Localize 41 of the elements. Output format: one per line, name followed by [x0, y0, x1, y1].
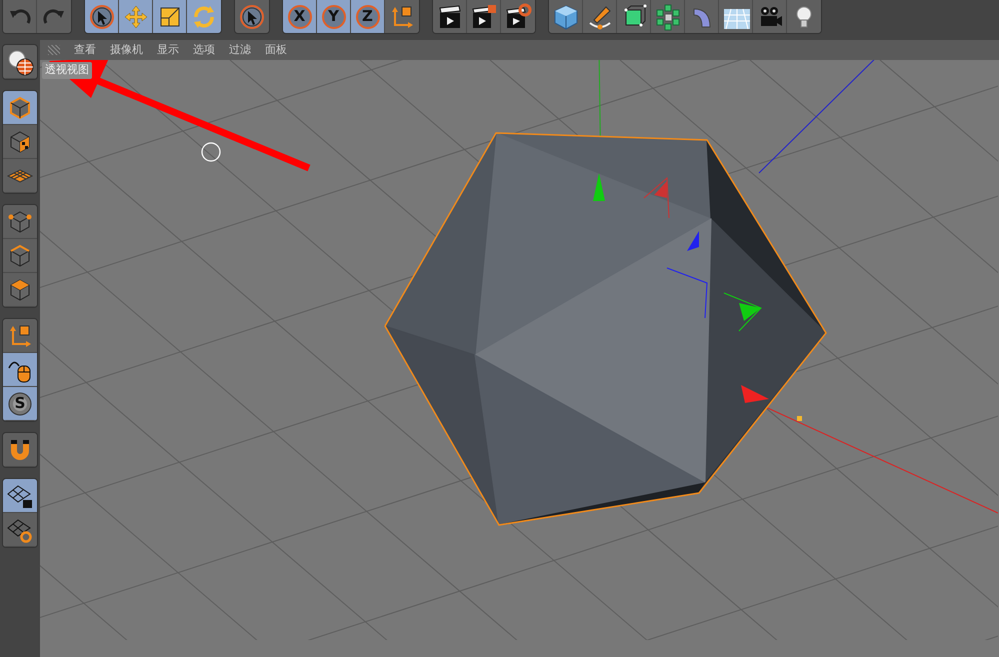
menu-item[interactable]: 查看 [74, 42, 96, 58]
cube-icon [552, 2, 580, 30]
tool-button[interactable] [3, 513, 37, 547]
tool-button[interactable]: Y [317, 0, 351, 33]
tool-button[interactable] [3, 45, 37, 79]
menu-item[interactable]: 选项 [193, 42, 215, 58]
tool-button[interactable] [501, 0, 535, 33]
tool-button[interactable] [617, 0, 651, 33]
cursor-icon [238, 2, 266, 30]
cursor-circle-icon [201, 142, 221, 162]
tool-button[interactable] [3, 353, 37, 387]
tool-button[interactable] [467, 0, 501, 33]
clapboard-icon [470, 2, 498, 30]
tool-button[interactable] [583, 0, 617, 33]
menu-item[interactable]: 摄像机 [110, 42, 143, 58]
tool-button[interactable] [85, 0, 119, 33]
tool-button[interactable] [153, 0, 187, 33]
viewport-title: 透视视图 [42, 62, 92, 78]
ring-icon [320, 2, 348, 30]
tool-button[interactable] [719, 0, 753, 33]
tool-button[interactable] [3, 433, 37, 467]
tool-button[interactable] [3, 205, 37, 239]
globe-icon [6, 48, 34, 76]
tool-button[interactable]: S [3, 387, 37, 421]
menu-item[interactable]: 面板 [265, 42, 287, 58]
tool-button[interactable] [3, 273, 37, 307]
tool-button[interactable] [433, 0, 467, 33]
ring-icon [354, 2, 382, 30]
tool-button[interactable] [3, 239, 37, 273]
cursor-icon [88, 2, 116, 30]
ring-icon [286, 2, 314, 30]
grip-icon [48, 45, 60, 55]
menu-item[interactable]: 显示 [157, 42, 179, 58]
snap-icon [6, 390, 34, 418]
clapboard-gear-icon [504, 2, 532, 30]
menu-item[interactable]: 过滤 [229, 42, 251, 58]
tool-button[interactable] [3, 479, 37, 513]
cloner-icon [654, 2, 682, 30]
tool-button[interactable]: X [283, 0, 317, 33]
tool-button[interactable] [3, 125, 37, 159]
tool-button[interactable]: Z [351, 0, 385, 33]
